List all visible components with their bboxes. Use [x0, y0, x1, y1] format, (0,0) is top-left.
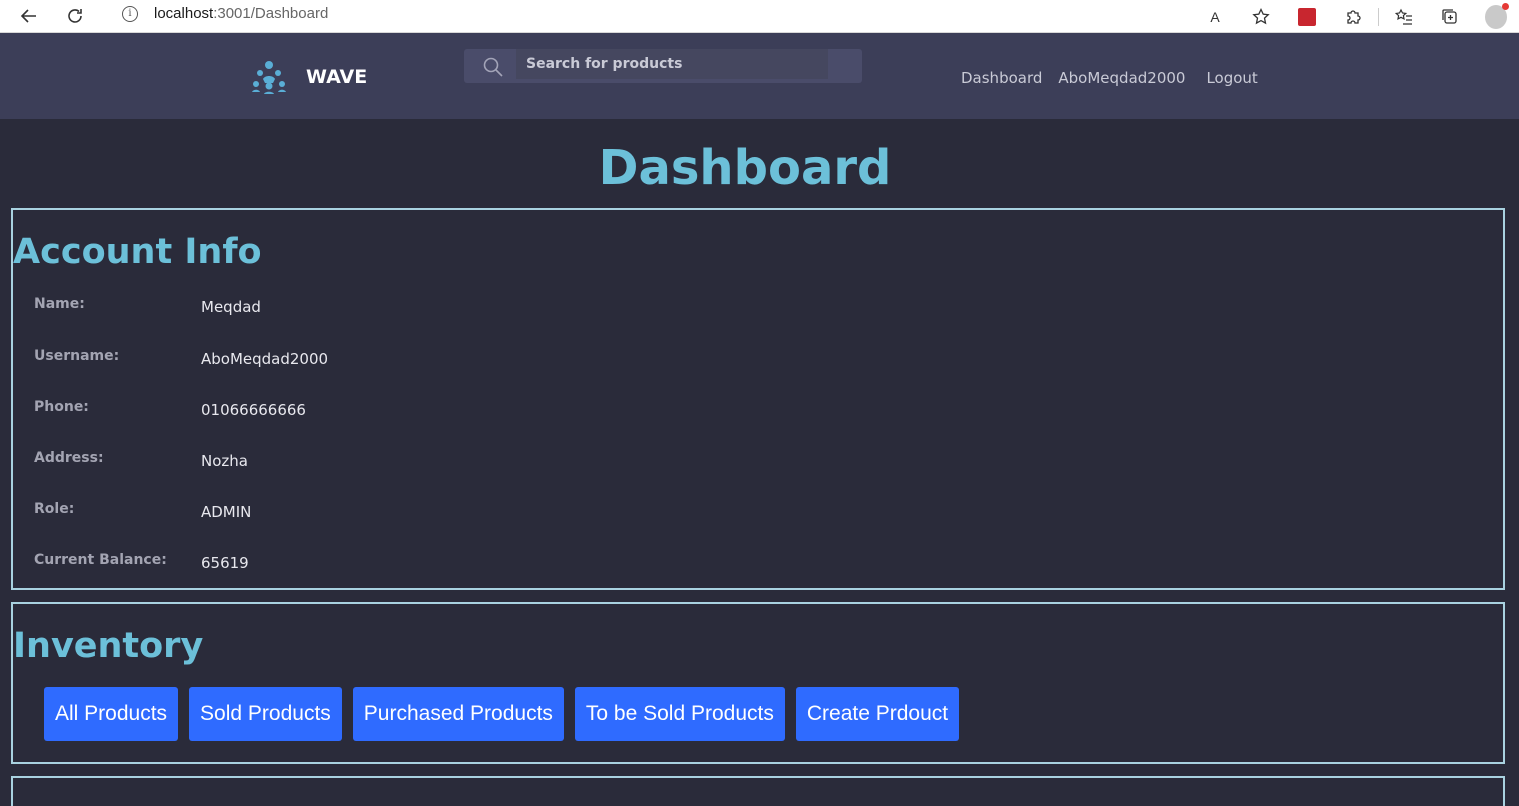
info-value: 01066666666: [201, 401, 306, 419]
info-value: 65619: [201, 554, 249, 572]
info-value: Nozha: [201, 452, 248, 470]
info-row-name: Name: Meqdad: [34, 296, 634, 320]
info-row-balance: Current Balance: 65619: [34, 552, 634, 576]
toolbar-separator: [1378, 7, 1379, 26]
browser-toolbar: i localhost:3001/Dashboard A: [0, 0, 1519, 33]
info-label: Username:: [34, 348, 120, 364]
info-icon[interactable]: i: [122, 5, 138, 22]
info-label: Current Balance:: [34, 552, 167, 568]
info-value: AboMeqdad2000: [201, 350, 329, 368]
reload-icon[interactable]: [62, 3, 88, 29]
profile-avatar-icon[interactable]: [1485, 2, 1509, 29]
wave-logo-icon: [252, 61, 286, 94]
inventory-title: Inventory: [13, 626, 204, 666]
favorite-star-icon[interactable]: [1250, 6, 1272, 28]
address-bar[interactable]: i localhost:3001/Dashboard: [104, 1, 1254, 26]
info-label: Address:: [34, 450, 104, 466]
to-be-sold-products-button[interactable]: To be Sold Products: [574, 687, 785, 741]
sold-products-button[interactable]: Sold Products: [189, 687, 342, 741]
url-host: localhost: [154, 5, 214, 22]
search-bar: [464, 49, 862, 83]
extension-icon[interactable]: [1296, 6, 1318, 28]
extensions-puzzle-icon[interactable]: [1342, 6, 1364, 28]
search-icon[interactable]: [482, 56, 504, 78]
brand[interactable]: WAVE: [250, 59, 367, 95]
info-row-address: Address: Nozha: [34, 450, 634, 474]
info-value: Meqdad: [201, 298, 261, 316]
info-label: Phone:: [34, 399, 89, 415]
page-title: Dashboard: [598, 140, 892, 196]
nav-link-dashboard[interactable]: Dashboard: [961, 69, 1042, 87]
read-aloud-icon[interactable]: A: [1204, 6, 1226, 28]
search-input[interactable]: [516, 49, 828, 79]
info-row-role: Role: ADMIN: [34, 501, 634, 525]
read-aloud-label: A: [1210, 8, 1220, 25]
create-product-button[interactable]: Create Prdouct: [795, 687, 960, 741]
info-value: ADMIN: [201, 503, 252, 521]
info-row-phone: Phone: 01066666666: [34, 399, 634, 423]
info-label: Name:: [34, 296, 85, 312]
nav-links: Dashboard AboMeqdad2000 Logout: [961, 69, 1258, 87]
next-section: [11, 776, 1505, 806]
favorites-list-icon[interactable]: [1393, 6, 1415, 28]
account-info-title: Account Info: [13, 232, 262, 272]
brand-name: WAVE: [306, 66, 368, 88]
inventory-section: Inventory All Products Sold Products Pur…: [11, 602, 1505, 764]
all-products-button[interactable]: All Products: [44, 687, 179, 741]
info-label: Role:: [34, 501, 75, 517]
app-navbar: WAVE Dashboard AboMeqdad2000 Logout: [0, 33, 1519, 119]
url-text[interactable]: localhost:3001/Dashboard: [154, 5, 328, 22]
browser-actions: A: [1192, 0, 1519, 33]
url-path: :3001/Dashboard: [213, 5, 329, 22]
inventory-buttons: All Products Sold Products Purchased Pro…: [44, 687, 970, 741]
purchased-products-button[interactable]: Purchased Products: [352, 687, 564, 741]
back-arrow-icon[interactable]: [16, 3, 42, 29]
collections-icon[interactable]: [1439, 6, 1461, 28]
nav-link-profile[interactable]: AboMeqdad2000: [1058, 69, 1185, 87]
account-info-section: Account Info Name: Meqdad Username: AboM…: [11, 208, 1505, 590]
nav-link-logout[interactable]: Logout: [1206, 69, 1257, 87]
info-row-username: Username: AboMeqdad2000: [34, 348, 634, 372]
